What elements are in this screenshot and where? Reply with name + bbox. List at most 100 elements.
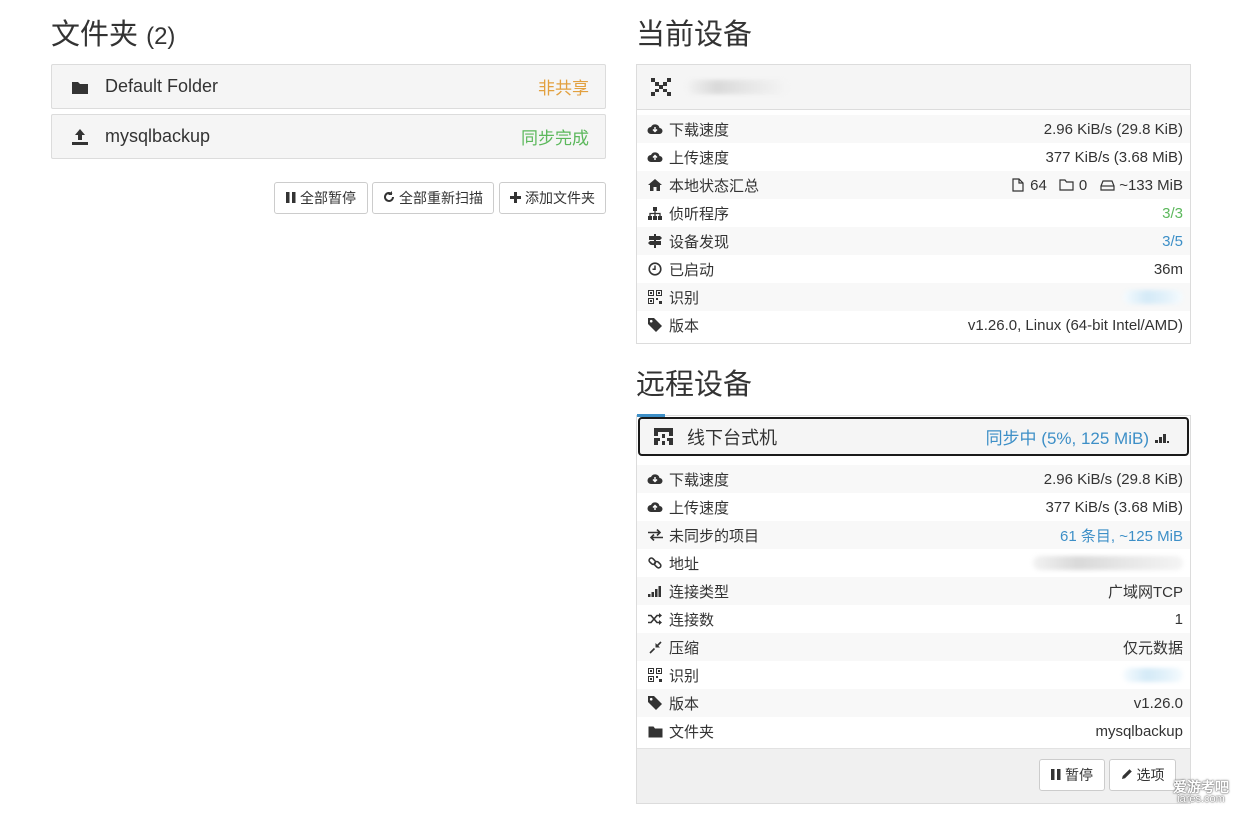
folder-status: 非共享	[538, 79, 589, 98]
exchange-icon	[647, 527, 663, 543]
folders-title-text: 文件夹	[51, 19, 139, 51]
row-value: 377 KiB/s (3.68 MiB)	[1045, 498, 1183, 516]
listeners-row: 侦听程序 3/3	[637, 199, 1190, 227]
out-of-sync-row: 未同步的项目 61 条目, ~125 MiB	[637, 521, 1190, 549]
address-redacted	[1033, 556, 1183, 570]
remote-device-footer: 暂停 选项	[637, 748, 1190, 803]
address-row: 地址	[637, 549, 1190, 577]
folders-count: (2)	[146, 23, 176, 50]
row-label: 压缩	[669, 639, 700, 657]
this-device-panel: 下载速度 2.96 KiB/s (29.8 KiB) 上传速度 377 KiB/…	[636, 64, 1191, 344]
row-label: 本地状态汇总	[669, 177, 760, 195]
refresh-icon	[383, 190, 395, 206]
pause-icon	[1051, 767, 1061, 783]
signal-icon	[1155, 431, 1171, 443]
download-rate-row: 下载速度 2.96 KiB/s (29.8 KiB)	[637, 115, 1190, 143]
qrcode-icon	[647, 289, 663, 305]
home-icon	[647, 177, 663, 193]
row-value: 2.96 KiB/s (29.8 KiB)	[1043, 470, 1183, 488]
discovery-row: 设备发现 3/5	[637, 227, 1190, 255]
connections-row: 连接数 1	[637, 605, 1190, 633]
tag-icon	[647, 317, 663, 333]
folders-title: 文件夹 (2)	[51, 21, 175, 50]
rescan-all-button[interactable]: 全部重新扫描	[372, 182, 494, 214]
device-identicon-icon	[651, 78, 671, 96]
remote-identification-row: 识别	[637, 661, 1190, 689]
folder-icon	[70, 77, 90, 97]
hdd-icon	[1099, 177, 1115, 193]
remote-upload-row: 上传速度 377 KiB/s (3.68 MiB)	[637, 493, 1190, 521]
watermark-line2: iares.com	[1177, 793, 1225, 806]
row-label: 侦听程序	[669, 205, 730, 223]
signpost-icon	[647, 233, 663, 249]
random-icon	[647, 611, 663, 627]
pencil-icon	[1121, 767, 1133, 783]
device-id-redacted	[1123, 290, 1183, 304]
row-value: 36m	[1153, 260, 1183, 278]
row-value: 1	[1174, 610, 1183, 628]
folder-row-mysqlbackup[interactable]: mysqlbackup 同步完成	[51, 114, 606, 159]
row-value[interactable]: mysqlbackup	[1095, 723, 1183, 740]
remote-download-row: 下载速度 2.96 KiB/s (29.8 KiB)	[637, 465, 1190, 493]
shared-folders-row: 文件夹 mysqlbackup	[637, 717, 1190, 745]
remote-device-stats: 下载速度 2.96 KiB/s (29.8 KiB) 上传速度 377 KiB/…	[637, 465, 1190, 745]
pause-all-button[interactable]: 全部暂停	[274, 182, 368, 214]
row-label: 文件夹	[669, 723, 715, 741]
folder-icon	[647, 723, 663, 739]
row-value[interactable]: 3/3	[1162, 205, 1183, 222]
this-device-title: 当前设备	[636, 19, 753, 51]
folder-name: mysqlbackup	[105, 126, 211, 146]
row-value: 377 KiB/s (3.68 MiB)	[1045, 148, 1183, 166]
add-folder-label: 添加文件夹	[525, 190, 595, 206]
row-value[interactable]: 3/5	[1162, 233, 1183, 250]
device-identicon-icon	[654, 428, 673, 445]
cloud-download-icon	[647, 471, 663, 487]
plus-icon	[510, 190, 521, 206]
pause-icon	[286, 190, 296, 206]
pause-all-label: 全部暂停	[300, 190, 356, 206]
row-value: v1.26.0	[1133, 694, 1183, 712]
cloud-download-icon	[647, 121, 663, 137]
row-label: 识别	[669, 667, 700, 685]
folder-open-icon	[1059, 177, 1075, 193]
row-label: 设备发现	[669, 233, 730, 251]
row-label: 连接数	[669, 611, 715, 629]
remote-version-row: 版本 v1.26.0	[637, 689, 1190, 717]
cloud-upload-icon	[647, 499, 663, 515]
add-folder-button[interactable]: 添加文件夹	[499, 182, 606, 214]
this-device-header[interactable]	[637, 65, 1190, 110]
row-label: 下载速度	[669, 471, 730, 489]
upload-rate-row: 上传速度 377 KiB/s (3.68 MiB)	[637, 143, 1190, 171]
folder-status: 同步完成	[521, 129, 589, 148]
local-size: ~133 MiB	[1119, 176, 1183, 194]
device-options-label: 选项	[1136, 767, 1165, 783]
pause-device-button[interactable]: 暂停	[1039, 759, 1105, 791]
row-label: 下载速度	[669, 121, 730, 139]
rescan-all-label: 全部重新扫描	[399, 190, 483, 206]
row-label: 识别	[669, 289, 700, 307]
file-icon	[1010, 177, 1026, 193]
folder-row-default[interactable]: Default Folder 非共享	[51, 64, 606, 109]
identification-row: 识别	[637, 283, 1190, 311]
row-value: 仅元数据	[1122, 639, 1183, 657]
upload-icon	[70, 127, 90, 147]
local-files-count: 64	[1030, 176, 1047, 194]
row-label: 版本	[669, 695, 700, 713]
row-label: 已启动	[669, 261, 715, 279]
remote-device-panel: 线下台式机 同步中 (5%, 125 MiB) 下载速度 2.96 KiB/s …	[636, 414, 1191, 804]
link-icon	[647, 555, 663, 571]
pause-device-label: 暂停	[1065, 767, 1093, 783]
device-options-button[interactable]: 选项	[1109, 759, 1176, 791]
version-row: 版本 v1.26.0, Linux (64-bit Intel/AMD)	[637, 311, 1190, 339]
row-value: v1.26.0, Linux (64-bit Intel/AMD)	[967, 316, 1183, 334]
row-label: 上传速度	[669, 149, 730, 167]
qrcode-icon	[647, 667, 663, 683]
watermark: 爱游考吧 iares.com	[1173, 780, 1229, 806]
remote-device-header[interactable]: 线下台式机 同步中 (5%, 125 MiB)	[638, 417, 1189, 456]
cloud-upload-icon	[647, 149, 663, 165]
row-value: 2.96 KiB/s (29.8 KiB)	[1043, 120, 1183, 138]
signal-icon	[647, 583, 663, 599]
remote-device-status: 同步中 (5%, 125 MiB)	[985, 429, 1149, 448]
row-value[interactable]: 61 条目, ~125 MiB	[1060, 525, 1183, 546]
row-label: 地址	[669, 555, 700, 573]
